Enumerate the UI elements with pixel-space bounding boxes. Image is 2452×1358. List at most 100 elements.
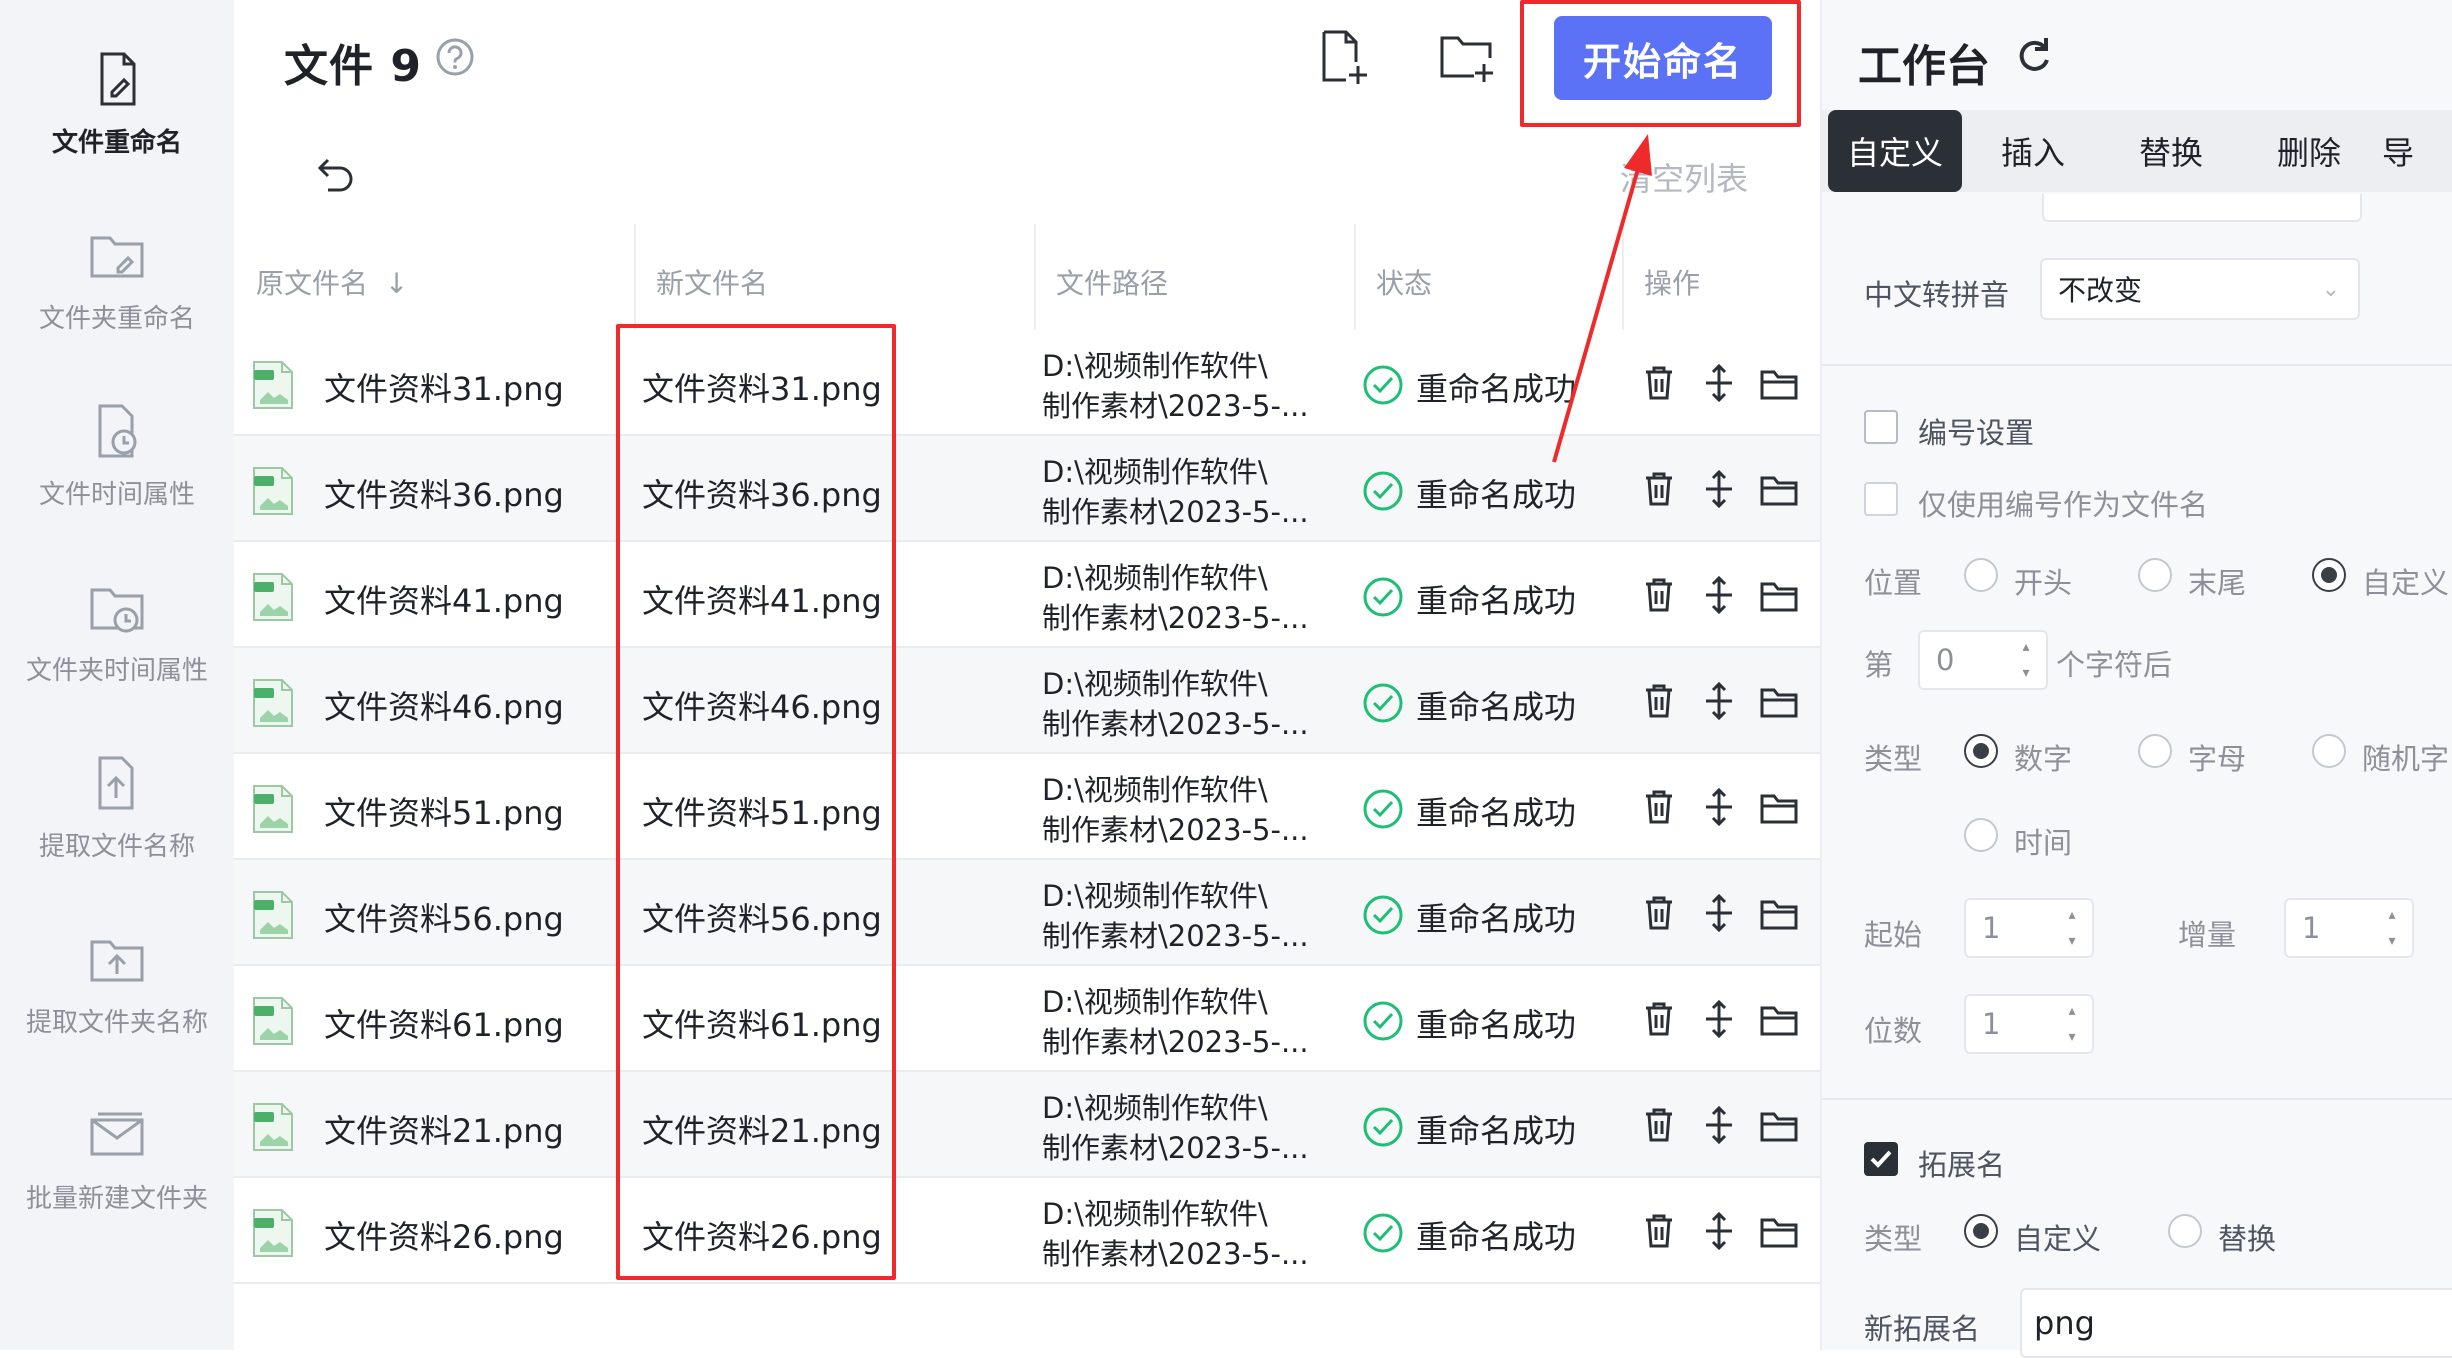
numbering-checkbox[interactable] [1864,410,1898,444]
delete-icon[interactable] [1638,574,1680,616]
delete-icon[interactable] [1638,680,1680,722]
move-icon[interactable] [1698,362,1740,404]
type-radio-time[interactable] [1964,818,1998,852]
original-file-name: 文件资料26.png [324,1218,564,1256]
sidebar-item-file-rename[interactable]: 文件重命名 [0,48,234,159]
open-folder-icon[interactable] [1758,998,1800,1040]
table-row[interactable]: 文件资料21.png 文件资料21.png D:\视频制作软件\ 制作素材\20… [234,1072,1820,1178]
delete-icon[interactable] [1638,998,1680,1040]
table-row[interactable]: 文件资料61.png 文件资料61.png D:\视频制作软件\ 制作素材\20… [234,966,1820,1072]
sidebar-item-folder-time[interactable]: 文件夹时间属性 [0,576,234,687]
status-text: 重命名成功 [1416,370,1577,408]
move-icon[interactable] [1698,786,1740,828]
sort-down-icon[interactable]: ↓ [385,267,408,300]
start-stepper[interactable]: 1 ▴ ▾ [1964,898,2094,958]
table-row[interactable]: 文件资料51.png 文件资料51.png D:\视频制作软件\ 制作素材\20… [234,754,1820,860]
success-check-icon [1363,365,1403,405]
position-radio-start[interactable] [1964,558,1998,592]
move-icon[interactable] [1698,468,1740,510]
file-path-line2: 制作素材\2023-5-... [1042,1237,1309,1271]
chevron-down-icon: ⌄ [2321,276,2340,302]
stepper-arrows-icon[interactable]: ▴ ▾ [2062,1004,2082,1044]
add-file-icon[interactable] [1314,28,1372,86]
table-row[interactable]: 文件资料31.png 文件资料31.png D:\视频制作软件\ 制作素材\20… [234,330,1820,436]
table-row[interactable]: 文件资料41.png 文件资料41.png D:\视频制作软件\ 制作素材\20… [234,542,1820,648]
move-icon[interactable] [1698,892,1740,934]
move-icon[interactable] [1698,1104,1740,1146]
sidebar-item-folder-rename[interactable]: 文件夹重命名 [0,224,234,335]
png-file-icon [253,467,293,515]
file-path: D:\视频制作软件\ 制作素材\2023-5-... [1042,876,1309,956]
type-radio-number[interactable] [1964,734,1998,768]
stepper-arrows-icon[interactable]: ▴ ▾ [2016,640,2036,680]
move-icon[interactable] [1698,574,1740,616]
delete-icon[interactable] [1638,362,1680,404]
refresh-icon[interactable] [2012,34,2054,76]
help-icon[interactable] [434,36,476,78]
nth-value: 0 [1936,643,1955,677]
nth-char-stepper[interactable]: 0 ▴ ▾ [1918,630,2048,690]
png-file-icon [253,1103,293,1151]
clear-list-button[interactable]: 清空列表 [1620,154,1748,200]
move-icon[interactable] [1698,1210,1740,1252]
tab-delete[interactable]: 删除 [2244,110,2374,192]
tab-insert[interactable]: 插入 [1968,110,2098,192]
open-folder-icon[interactable] [1758,786,1800,828]
open-folder-icon[interactable] [1758,362,1800,404]
png-file-icon [253,679,293,727]
open-folder-icon[interactable] [1758,574,1800,616]
tab-replace[interactable]: 替换 [2106,110,2236,192]
open-folder-icon[interactable] [1758,468,1800,510]
table-row[interactable]: 文件资料46.png 文件资料46.png D:\视频制作软件\ 制作素材\20… [234,648,1820,754]
table-row[interactable]: 文件资料26.png 文件资料26.png D:\视频制作软件\ 制作素材\20… [234,1178,1820,1284]
sidebar-item-extract-file-name[interactable]: 提取文件名称 [0,752,234,863]
delete-icon[interactable] [1638,1210,1680,1252]
stepper-arrows-icon[interactable]: ▴ ▾ [2062,908,2082,948]
type-label: 类型 [1864,742,1923,776]
delete-icon[interactable] [1638,468,1680,510]
sidebar-item-extract-folder-name[interactable]: 提取文件夹名称 [0,928,234,1039]
status-text: 重命名成功 [1416,476,1577,514]
new-extension-input[interactable]: png [2020,1288,2452,1358]
png-file-icon [253,361,293,409]
digits-stepper[interactable]: 1 ▴ ▾ [1964,994,2094,1054]
type-radio-random[interactable] [2312,734,2346,768]
stepper-arrows-icon[interactable]: ▴ ▾ [2382,908,2402,948]
column-header-original[interactable]: 原文件名 ↓ [256,262,408,302]
numbering-label: 编号设置 [1918,416,2035,450]
delete-icon[interactable] [1638,892,1680,934]
delete-icon[interactable] [1638,1104,1680,1146]
move-icon[interactable] [1698,680,1740,722]
file-path: D:\视频制作软件\ 制作素材\2023-5-... [1042,982,1309,1062]
add-folder-icon[interactable] [1438,28,1496,86]
table-row[interactable]: 文件资料36.png 文件资料36.png D:\视频制作软件\ 制作素材\20… [234,436,1820,542]
open-folder-icon[interactable] [1758,1104,1800,1146]
file-path-line1: D:\视频制作软件\ [1042,1197,1268,1231]
numbering-only-checkbox[interactable] [1864,482,1898,516]
pinyin-select[interactable]: 不改变 ⌄ [2040,258,2360,320]
tab-export[interactable]: 导 [2382,110,2452,192]
type-radio-letter[interactable] [2138,734,2172,768]
extension-checkbox[interactable] [1864,1142,1898,1176]
open-folder-icon[interactable] [1758,1210,1800,1252]
original-file-name: 文件资料21.png [324,1112,564,1150]
sidebar-item-file-time[interactable]: 文件时间属性 [0,400,234,511]
ext-type-radio-custom[interactable] [1964,1214,1998,1248]
ext-type-radio-replace[interactable] [2168,1214,2202,1248]
open-folder-icon[interactable] [1758,892,1800,934]
column-divider [1354,224,1356,330]
position-option-label: 末尾 [2188,566,2247,600]
panel-tabs: 自定义 插入 替换 删除 导 [1822,110,2452,192]
sidebar-item-label: 提取文件夹名称 [25,1008,208,1038]
position-radio-end[interactable] [2138,558,2172,592]
sidebar-item-batch-new-folder[interactable]: 批量新建文件夹 [0,1104,234,1215]
increment-stepper[interactable]: 1 ▴ ▾ [2284,898,2414,958]
numbering-only-label: 仅使用编号作为文件名 [1918,488,2209,522]
table-row[interactable]: 文件资料56.png 文件资料56.png D:\视频制作软件\ 制作素材\20… [234,860,1820,966]
open-folder-icon[interactable] [1758,680,1800,722]
tab-custom[interactable]: 自定义 [1828,110,1962,192]
undo-icon[interactable] [312,152,358,198]
move-icon[interactable] [1698,998,1740,1040]
position-radio-custom[interactable] [2312,558,2346,592]
delete-icon[interactable] [1638,786,1680,828]
